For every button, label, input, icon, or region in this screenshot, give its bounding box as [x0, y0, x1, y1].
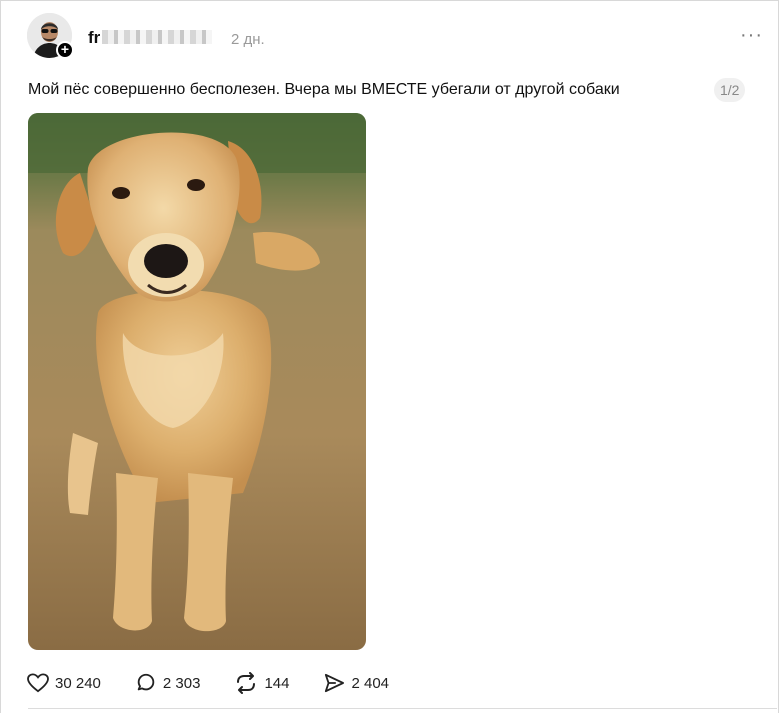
golden-retriever-photo	[28, 113, 366, 650]
share-button[interactable]: 2 404	[323, 673, 389, 693]
comment-icon	[137, 673, 155, 691]
more-options-icon[interactable]: ···	[740, 24, 763, 47]
comment-button[interactable]: 2 303	[135, 672, 201, 694]
comment-count: 2 303	[162, 674, 201, 692]
avatar[interactable]: +	[27, 13, 74, 59]
username-pixelated	[102, 30, 213, 44]
page-indicator[interactable]: 1/2	[714, 78, 746, 102]
post-photo[interactable]	[28, 113, 366, 650]
send-icon	[325, 673, 345, 693]
post-time: 2 дн.	[231, 31, 265, 48]
follow-plus-icon[interactable]: +	[56, 41, 74, 59]
username-text: fr	[88, 28, 101, 47]
heart-icon	[27, 673, 49, 693]
repost-icon	[237, 672, 256, 694]
repost-count: 144	[264, 674, 290, 692]
share-count: 2 404	[351, 674, 390, 692]
action-bar: 30 240 2 303 144 2 404	[27, 671, 423, 695]
like-count: 30 240	[55, 674, 101, 692]
username[interactable]: fr	[88, 28, 213, 48]
divider	[28, 708, 777, 709]
like-button[interactable]: 30 240	[27, 673, 101, 693]
post-text: Мой пёс совершенно бесполезен. Вчера мы …	[28, 81, 620, 98]
repost-button[interactable]: 144	[234, 672, 289, 694]
